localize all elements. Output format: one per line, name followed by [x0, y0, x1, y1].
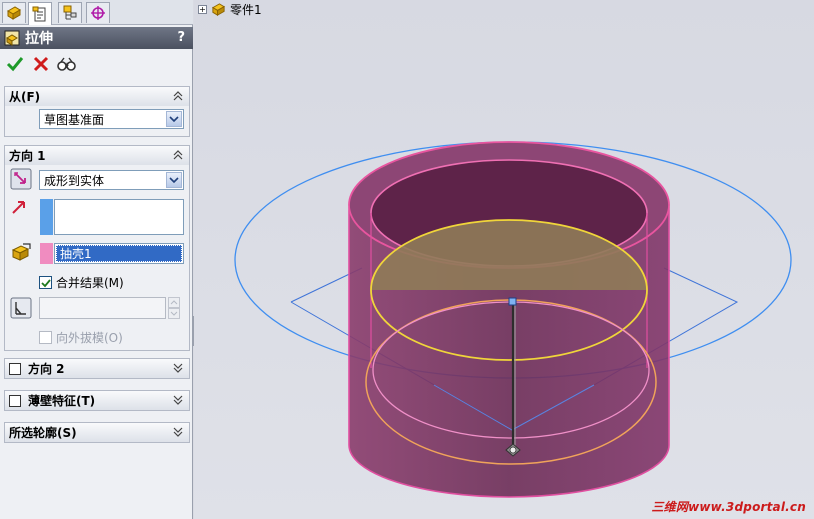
- draft-outward-checkbox: 向外拔模(O): [39, 329, 123, 346]
- expand-chevron-icon[interactable]: [172, 426, 184, 438]
- property-manager-header: 拉伸 ?: [0, 27, 193, 49]
- start-condition-value: 草图基准面: [44, 112, 105, 127]
- dimxpert-icon: [91, 6, 105, 20]
- checkbox-box: [39, 331, 52, 344]
- dropdown-arrow-icon[interactable]: [166, 111, 182, 127]
- featuremanager-tab[interactable]: [2, 2, 26, 23]
- drag-handle[interactable]: [508, 297, 517, 306]
- start-condition-select[interactable]: 草图基准面: [39, 109, 184, 129]
- propertymanager-tab[interactable]: [28, 2, 52, 25]
- direction-selection-box[interactable]: [54, 199, 184, 235]
- site-watermark: 三维网www.3dportal.cn: [651, 500, 806, 514]
- graphics-viewport[interactable]: + 零件1 三维网www.3dportal.cn: [194, 0, 814, 519]
- checkbox-box[interactable]: [39, 276, 52, 289]
- thin-feature-group-title: 薄壁特征(T): [28, 394, 96, 408]
- from-group-title: 从(F): [9, 90, 41, 104]
- help-button[interactable]: ?: [177, 30, 185, 45]
- solid-body-icon: [11, 243, 31, 261]
- end-condition-value: 成形到实体: [44, 173, 105, 188]
- target-body-field[interactable]: 抽壳1: [54, 243, 184, 264]
- direction2-group[interactable]: 方向 2: [4, 358, 190, 379]
- body-swatch: [40, 243, 53, 264]
- thin-feature-group[interactable]: 薄壁特征(T): [4, 390, 190, 411]
- manager-tab-bar: [0, 0, 193, 25]
- direction2-checkbox[interactable]: [9, 362, 21, 375]
- collapse-chevron-icon[interactable]: [172, 90, 184, 102]
- ok-icon[interactable]: [6, 55, 24, 73]
- property-manager-panel: 拉伸 ? 从(F) 草图基准面 方向 1 成形到实体 抽壳1 合并结果(M) 向…: [0, 0, 193, 519]
- featuremanager-icon: [7, 6, 21, 20]
- draft-icon[interactable]: [10, 297, 32, 319]
- expand-chevron-icon[interactable]: [172, 394, 184, 406]
- selected-contours-group-header[interactable]: 所选轮廓(S): [5, 423, 189, 442]
- merge-result-label: 合并结果(M): [56, 276, 124, 290]
- extrude-icon: [4, 30, 20, 46]
- target-body-value: 抽壳1: [56, 245, 182, 262]
- direction1-group-title: 方向 1: [9, 149, 46, 163]
- from-group-header[interactable]: 从(F): [5, 87, 189, 106]
- reverse-direction-icon[interactable]: [10, 168, 32, 190]
- configurationmanager-tab[interactable]: [58, 2, 82, 23]
- thin-feature-checkbox[interactable]: [9, 394, 21, 407]
- thin-feature-group-header[interactable]: 薄壁特征(T): [5, 391, 189, 410]
- expand-chevron-icon[interactable]: [172, 362, 184, 374]
- direction-arrow-icon: [12, 201, 25, 214]
- action-buttons: [0, 52, 193, 76]
- dimxpert-tab[interactable]: [86, 2, 110, 23]
- draft-angle-field: [39, 297, 166, 319]
- detailed-preview-icon[interactable]: [57, 55, 77, 73]
- propertymanager-icon: [32, 6, 46, 22]
- draft-outward-label: 向外拔模(O): [56, 331, 123, 345]
- direction2-group-title: 方向 2: [28, 362, 65, 376]
- selected-contours-group[interactable]: 所选轮廓(S): [4, 422, 190, 443]
- direction1-group: 方向 1 成形到实体 抽壳1 合并结果(M) 向外拔模(O): [4, 145, 190, 351]
- direction2-group-header[interactable]: 方向 2: [5, 359, 189, 378]
- feature-title: 拉伸: [25, 31, 53, 47]
- cancel-icon[interactable]: [32, 55, 50, 73]
- configurationmanager-icon: [63, 5, 77, 20]
- merge-result-checkbox[interactable]: 合并结果(M): [39, 274, 124, 291]
- selected-contours-title: 所选轮廓(S): [9, 426, 77, 440]
- check-mark-icon: [40, 278, 51, 287]
- model-graphics: [234, 141, 792, 498]
- dropdown-arrow-icon[interactable]: [166, 172, 182, 188]
- end-condition-select[interactable]: 成形到实体: [39, 170, 184, 190]
- direction1-group-header[interactable]: 方向 1: [5, 146, 189, 165]
- spin-arrows-icon: [168, 297, 180, 319]
- collapse-chevron-icon[interactable]: [172, 149, 184, 161]
- from-group: 从(F) 草图基准面: [4, 86, 190, 137]
- direction-swatch: [40, 199, 53, 235]
